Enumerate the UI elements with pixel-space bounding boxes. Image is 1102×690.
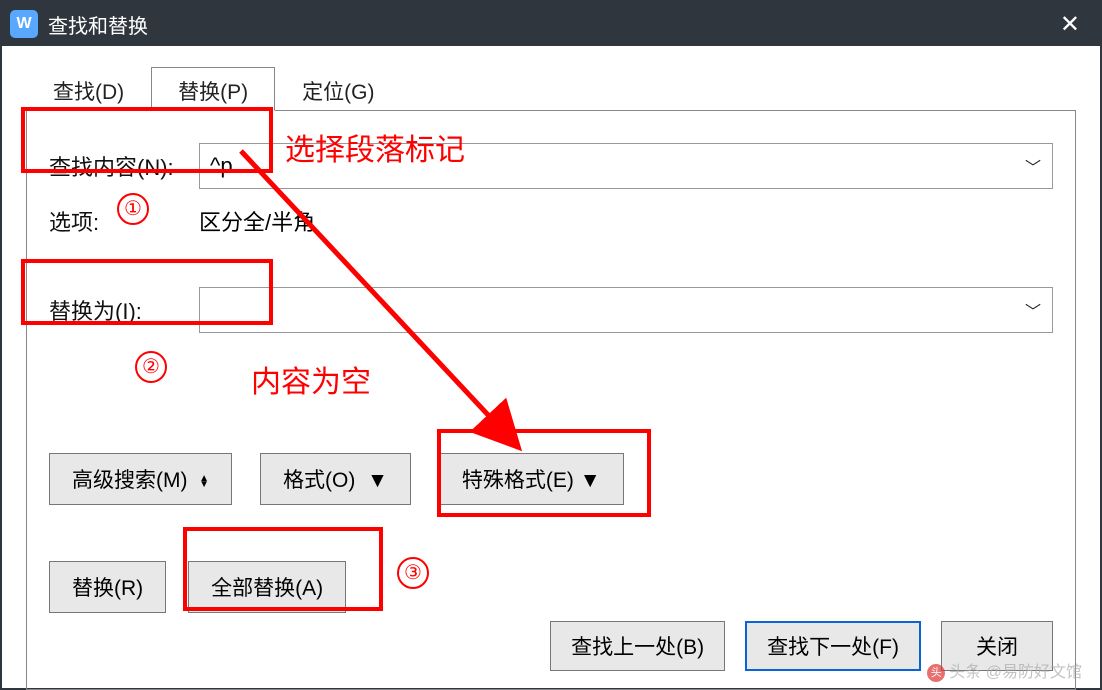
watermark-logo-icon: 头 — [927, 664, 945, 682]
close-icon[interactable]: ✕ — [1048, 10, 1092, 39]
find-label: 查找内容(N): — [49, 150, 199, 182]
tab-goto[interactable]: 定位(G) — [275, 67, 401, 111]
advanced-search-button[interactable]: 高级搜索(M) ▲▼ — [49, 453, 232, 505]
find-input[interactable] — [199, 143, 1053, 189]
tab-panel-replace: 查找内容(N): ﹀ 选项: 区分全/半角 替换为(I): ﹀ — [26, 110, 1076, 690]
up-down-icon: ▲▼ — [199, 475, 209, 487]
tab-find[interactable]: 查找(D) — [26, 67, 151, 111]
find-prev-button[interactable]: 查找上一处(B) — [550, 621, 725, 671]
tab-replace[interactable]: 替换(P) — [151, 67, 275, 111]
drop-icon: ▼ — [367, 469, 388, 492]
annotation-note-2: 内容为空 — [251, 357, 371, 401]
format-label: 格式(O) — [283, 469, 355, 492]
annotation-mark-2: ② — [135, 347, 167, 383]
drop-icon: ▼ — [580, 469, 601, 492]
find-next-button[interactable]: 查找下一处(F) — [745, 621, 921, 671]
window-title: 查找和替换 — [48, 10, 1048, 39]
app-icon: W — [10, 10, 38, 38]
special-label: 特殊格式(E) — [462, 469, 574, 492]
replace-all-button[interactable]: 全部替换(A) — [188, 561, 346, 613]
replace-label: 替换为(I): — [49, 294, 199, 326]
options-value: 区分全/半角 — [199, 205, 315, 237]
replace-input[interactable] — [199, 287, 1053, 333]
replace-button[interactable]: 替换(R) — [49, 561, 166, 613]
replace-field-wrap: ﹀ — [199, 287, 1053, 333]
advanced-search-label: 高级搜索(M) — [72, 469, 187, 492]
special-format-button[interactable]: 特殊格式(E) ▼ — [439, 453, 624, 505]
titlebar: W 查找和替换 ✕ — [2, 2, 1100, 46]
watermark-text: 头条 @易防好文馆 — [949, 664, 1082, 681]
tab-strip: 查找(D) 替换(P) 定位(G) — [26, 66, 1076, 110]
find-field-wrap: ﹀ — [199, 143, 1053, 189]
format-button[interactable]: 格式(O) ▼ — [260, 453, 411, 505]
options-label: 选项: — [49, 205, 199, 237]
watermark: 头头条 @易防好文馆 — [927, 658, 1082, 682]
